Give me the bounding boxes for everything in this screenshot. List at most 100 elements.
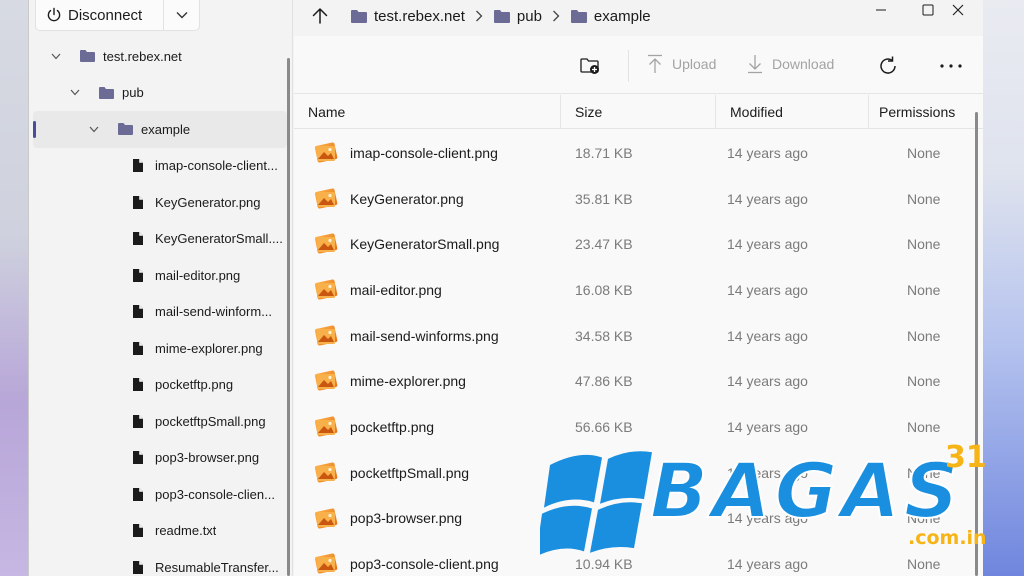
tree-item[interactable]: pub: [29, 75, 287, 112]
column-header-modified[interactable]: Modified: [716, 95, 869, 129]
minimize-icon: [876, 9, 886, 11]
chevron-right-icon: [475, 10, 483, 22]
column-header-label: Permissions: [879, 104, 956, 120]
tree-item[interactable]: imap-console-client...: [29, 148, 287, 185]
folder-icon: [80, 50, 95, 63]
tree-item-label: KeyGeneratorSmall....: [155, 231, 283, 247]
chevron-down-icon: [51, 53, 61, 60]
watermark-brand: BAGAS: [649, 445, 963, 536]
tree-item-label: test.rebex.net: [103, 48, 182, 64]
tree-item-label: imap-console-client...: [155, 158, 278, 174]
selection-indicator: [33, 121, 36, 138]
file-size-cell: 35.81 KB: [575, 190, 633, 207]
tree-item[interactable]: readme.txt: [29, 513, 287, 550]
desktop-background-left: [0, 0, 28, 576]
watermark-superscript: 31: [945, 440, 987, 475]
tree-item-label: ResumableTransfer...: [155, 559, 279, 575]
upload-icon: [648, 54, 662, 73]
file-name-cell: pop3-browser.png: [350, 510, 463, 527]
file-size-cell: 18.71 KB: [575, 144, 633, 161]
file-icon: [133, 268, 143, 282]
file-size-cell: 47.86 KB: [575, 373, 633, 390]
new-folder-icon: [580, 58, 599, 74]
tree-item[interactable]: mail-editor.png: [29, 257, 287, 294]
table-row[interactable]: KeyGeneratorSmall.png 23.47 KB 14 years ag…: [294, 221, 976, 267]
toolbar-separator: [628, 50, 629, 82]
tree-item[interactable]: pocketftpSmall.png: [29, 403, 287, 440]
more-icon: [940, 64, 962, 68]
tree-item-label: pop3-console-clien...: [155, 486, 275, 502]
breadcrumb-item-pub[interactable]: pub: [493, 8, 542, 25]
connection-split-button: Disconnect: [35, 0, 200, 31]
image-file-icon: [314, 462, 338, 483]
tree-item-label: pocketftpSmall.png: [155, 413, 266, 429]
breadcrumb-label: test.rebex.net: [374, 7, 465, 25]
watermark-domain: .com.in: [908, 527, 987, 549]
tree-item-label: KeyGenerator.png: [155, 194, 261, 210]
image-file-icon: [314, 507, 338, 529]
table-row[interactable]: mail-editor.png 16.08 KB 14 years ago None: [294, 267, 976, 313]
navigate-up-button[interactable]: [310, 6, 330, 31]
image-file-icon: [314, 370, 338, 391]
close-button[interactable]: [935, 0, 981, 20]
file-icon: [133, 451, 143, 465]
table-row[interactable]: KeyGenerator.png 35.81 KB 14 years ago None: [294, 176, 976, 222]
toolbar: Upload Download: [294, 36, 983, 94]
breadcrumb-label: example: [593, 7, 651, 25]
tree-item[interactable]: ResumableTransfer...: [29, 549, 287, 576]
table-row[interactable]: mime-explorer.png 47.86 KB 14 years ago Non…: [294, 358, 976, 404]
disconnect-button[interactable]: Disconnect: [36, 0, 164, 30]
file-permissions-cell: None: [907, 236, 941, 253]
file-icon: [133, 159, 143, 173]
connection-dropdown-button[interactable]: [164, 0, 199, 30]
tree-item[interactable]: example: [33, 111, 287, 148]
column-header-label: Modified: [730, 104, 783, 120]
more-options-button[interactable]: [939, 63, 971, 69]
tree-scrollbar[interactable]: [287, 58, 290, 576]
expand-toggle[interactable]: [68, 86, 82, 100]
file-list-header: Name Size Modified Permissions: [294, 95, 983, 129]
tree-item[interactable]: pop3-browser.png: [29, 440, 287, 477]
column-header-size[interactable]: Size: [561, 95, 716, 129]
column-header-permissions[interactable]: Permissions: [869, 95, 983, 129]
close-icon: [952, 4, 964, 16]
tree-item[interactable]: pocketftp.png: [29, 367, 287, 404]
file-modified-cell: 14 years ago: [727, 236, 808, 253]
file-modified-cell: 14 years ago: [727, 327, 808, 344]
expand-toggle[interactable]: [49, 49, 63, 63]
minimize-button[interactable]: [858, 0, 904, 20]
file-icon: [133, 378, 143, 392]
tree-item[interactable]: pop3-console-clien...: [29, 476, 287, 513]
column-header-name[interactable]: Name: [294, 95, 561, 129]
tree-item-label: mime-explorer.png: [155, 340, 263, 356]
file-name-cell: pocketftpSmall.png: [350, 464, 470, 481]
refresh-button[interactable]: [877, 55, 907, 77]
image-file-icon: [314, 233, 338, 254]
download-button[interactable]: Download: [746, 54, 834, 74]
power-icon: [47, 7, 61, 22]
table-row[interactable]: mail-send-winforms.png 34.58 KB 14 years a…: [294, 313, 976, 359]
tree-item[interactable]: test.rebex.net: [29, 38, 287, 75]
folder-icon: [118, 123, 133, 136]
file-icon: [133, 195, 143, 209]
tree-item[interactable]: mail-send-winform...: [29, 294, 287, 331]
file-icon: [133, 487, 143, 501]
file-icon: [133, 414, 143, 428]
file-name-cell: mail-editor.png: [350, 281, 442, 298]
breadcrumb-item-example[interactable]: example: [570, 8, 651, 25]
file-icon: [133, 305, 143, 319]
breadcrumb-item-host[interactable]: test.rebex.net: [350, 8, 465, 25]
tree-item-label: pub: [122, 85, 144, 101]
image-file-icon: [314, 188, 338, 209]
new-folder-button[interactable]: [579, 56, 609, 76]
file-icon: [133, 524, 143, 538]
expand-toggle[interactable]: [87, 122, 101, 136]
folder-icon: [493, 9, 510, 23]
file-modified-cell: 14 years ago: [727, 373, 808, 390]
table-row[interactable]: imap-console-client.png 18.71 KB 14 years …: [294, 130, 976, 176]
tree-item[interactable]: mime-explorer.png: [29, 330, 287, 367]
file-permissions-cell: None: [907, 144, 941, 161]
tree-item[interactable]: KeyGeneratorSmall....: [29, 221, 287, 258]
tree-item[interactable]: KeyGenerator.png: [29, 184, 287, 221]
upload-button[interactable]: Upload: [646, 54, 716, 74]
